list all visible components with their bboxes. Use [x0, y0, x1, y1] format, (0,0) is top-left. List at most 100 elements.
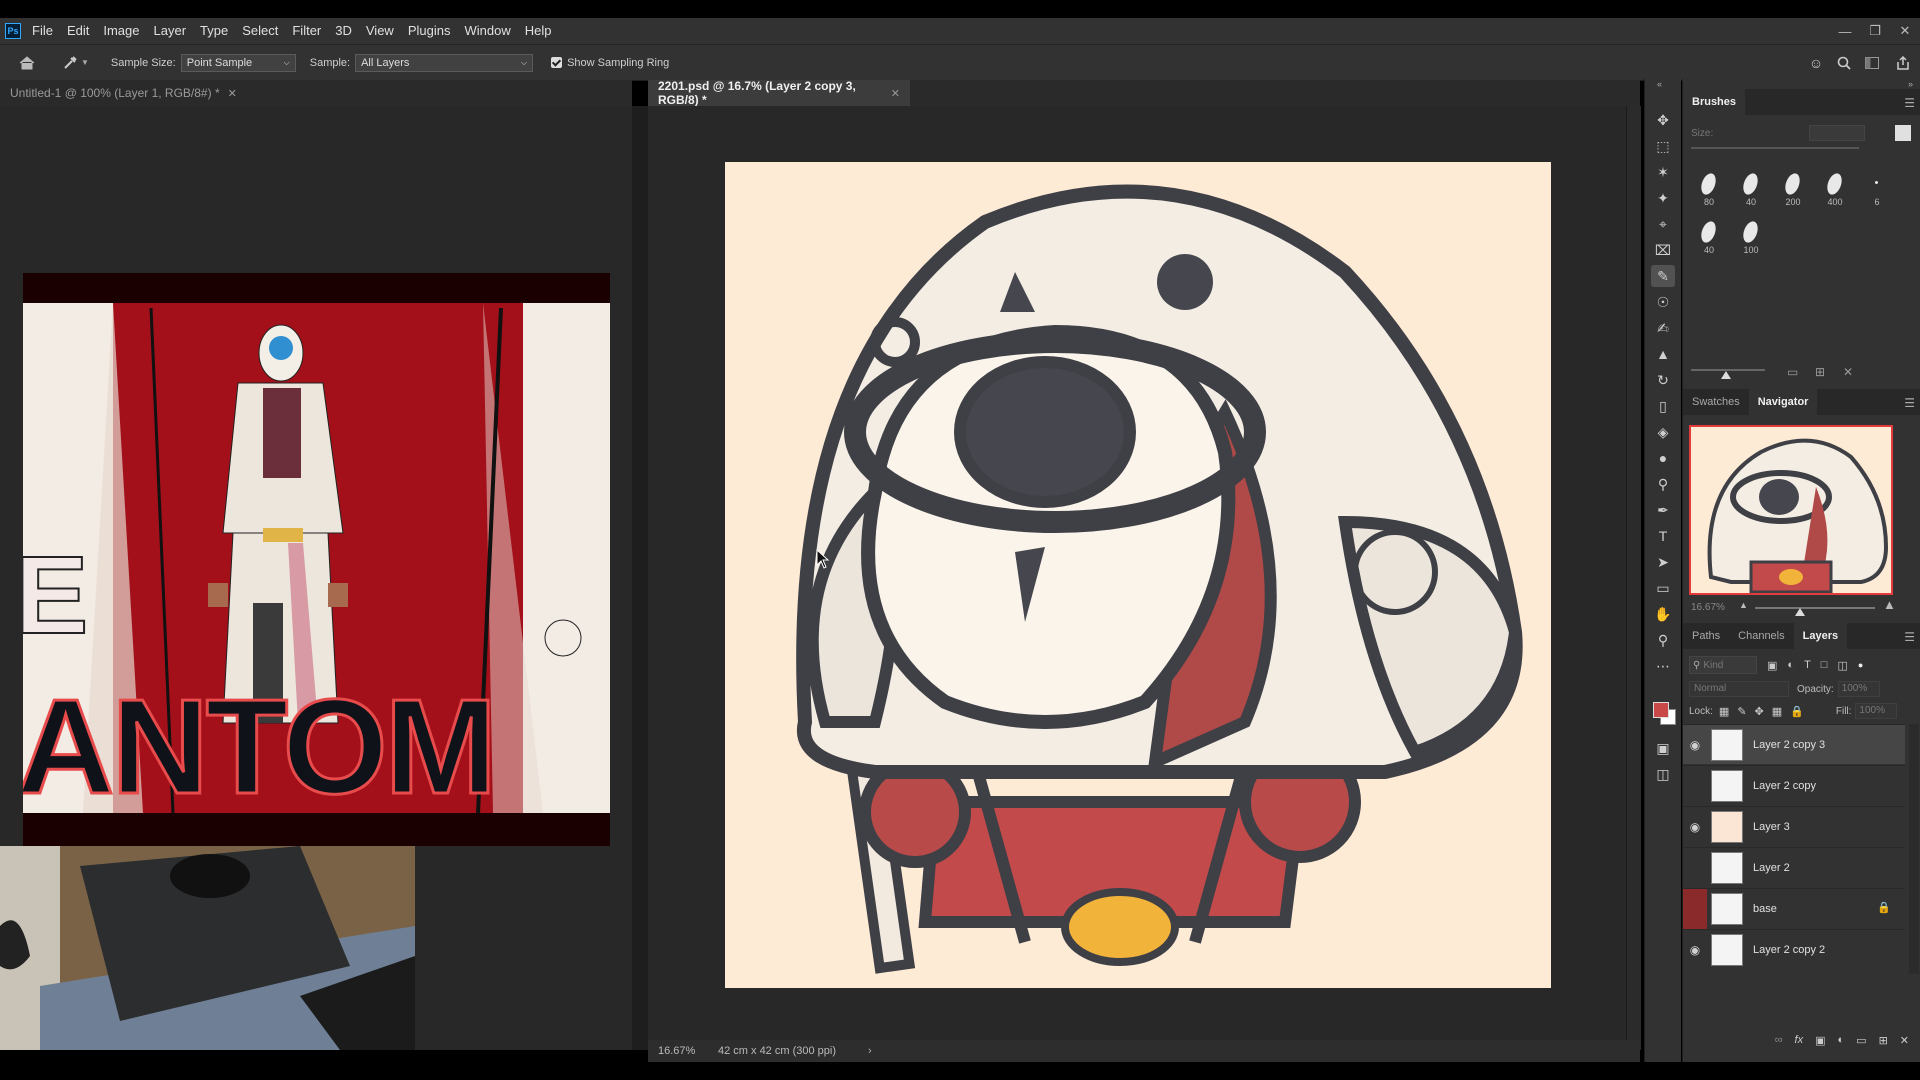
layer-row-layer-2[interactable]: ◉ Layer 2 — [1683, 847, 1905, 887]
stamp-icon[interactable]: ▲ — [1651, 343, 1675, 365]
menu-3d[interactable]: 3D — [328, 18, 359, 44]
blend-mode-select[interactable]: Normal — [1689, 681, 1789, 697]
brush-preset[interactable]: 40 — [1731, 169, 1771, 213]
layers-scrollbar[interactable] — [1909, 724, 1919, 974]
menu-file[interactable]: File — [21, 18, 60, 44]
menu-image[interactable]: Image — [96, 18, 146, 44]
crop-icon[interactable]: ⌖ — [1651, 213, 1675, 235]
type-icon[interactable]: T — [1651, 525, 1675, 547]
panel-menu-icon[interactable]: ☰ — [1904, 96, 1915, 110]
eraser-icon[interactable]: ▯ — [1651, 395, 1675, 417]
layer-row-base[interactable]: ◉ base 🔒 — [1683, 888, 1905, 929]
menu-help[interactable]: Help — [518, 18, 559, 44]
layer-row-layer-3[interactable]: ◉ Layer 3 — [1683, 806, 1905, 846]
close-icon[interactable]: ✕ — [228, 87, 237, 100]
brush-preset[interactable]: 80 — [1689, 169, 1729, 213]
mask-icon[interactable]: ▣ — [1815, 1034, 1825, 1047]
fill-input[interactable]: 100% — [1855, 703, 1898, 719]
foreground-color-swatch[interactable] — [1653, 702, 1669, 718]
menu-select[interactable]: Select — [235, 18, 285, 44]
lock-all-icon[interactable]: 🔒 — [1790, 705, 1804, 718]
restore-icon[interactable]: ❐ — [1860, 18, 1890, 44]
layer-row-layer-2-copy-2[interactable]: ◉ Layer 2 copy 2 — [1683, 929, 1905, 969]
sample-size-select[interactable]: Point Sample ⌵ — [180, 53, 296, 72]
trash-icon[interactable]: ✕ — [1900, 1034, 1909, 1047]
screen-mode-icon[interactable]: ◫ — [1651, 763, 1675, 785]
rectangle-icon[interactable]: ▭ — [1651, 577, 1675, 599]
search-icon[interactable] — [1830, 56, 1858, 70]
link-icon[interactable]: ∞ — [1775, 1034, 1783, 1046]
new-preset-icon[interactable]: ⊞ — [1815, 365, 1825, 379]
eye-icon[interactable]: ◉ — [1683, 725, 1707, 765]
home-icon[interactable] — [16, 52, 38, 74]
brush-size-slider[interactable] — [1691, 147, 1859, 149]
tab-channels[interactable]: Channels — [1729, 623, 1793, 649]
hand-icon[interactable]: ✋ — [1651, 603, 1675, 625]
canvas-area[interactable] — [648, 106, 1640, 1050]
workspace-icon[interactable] — [1858, 56, 1886, 69]
status-menu-arrow[interactable]: › — [868, 1045, 872, 1057]
marquee-icon[interactable]: ⬚ — [1651, 135, 1675, 157]
collapse-icon[interactable]: « — [1657, 79, 1662, 89]
tab-brushes[interactable]: Brushes — [1683, 89, 1746, 115]
brush-icon[interactable]: ✍ — [1651, 317, 1675, 339]
user-icon[interactable]: ☺ — [1802, 55, 1830, 71]
reference-document-area[interactable]: E ANTOM — [0, 106, 632, 1050]
show-sampling-ring-checkbox[interactable] — [551, 57, 563, 68]
menu-window[interactable]: Window — [457, 18, 517, 44]
canvas-vertical-scrollbar[interactable] — [1626, 106, 1641, 1050]
zoom-icon[interactable]: ⚲ — [1651, 629, 1675, 651]
adjustment-icon[interactable]: ◐ — [1838, 1034, 1845, 1046]
healing-icon[interactable]: ☉ — [1651, 291, 1675, 313]
tab-2201-psd[interactable]: 2201.psd @ 16.7% (Layer 2 copy 3, RGB/8)… — [648, 79, 910, 107]
blur-icon[interactable]: ● — [1651, 447, 1675, 469]
menu-type[interactable]: Type — [193, 18, 235, 44]
brush-preset[interactable]: 400 — [1815, 169, 1855, 213]
sample-select[interactable]: All Layers ⌵ — [355, 53, 534, 72]
brush-size-input[interactable] — [1809, 125, 1865, 141]
folder-icon[interactable]: ▭ — [1856, 1034, 1866, 1047]
menu-plugins[interactable]: Plugins — [401, 18, 458, 44]
lock-artboard-icon[interactable]: ▦ — [1772, 705, 1782, 718]
slider-thumb-icon[interactable] — [1795, 608, 1805, 616]
tab-paths[interactable]: Paths — [1683, 623, 1729, 649]
zoom-readout[interactable]: 16.67% — [658, 1045, 718, 1057]
canvas[interactable] — [725, 162, 1551, 988]
new-layer-icon[interactable]: ⊞ — [1879, 1034, 1888, 1047]
layer-kind-filter[interactable]: ⚲ Kind — [1689, 656, 1757, 674]
pen-icon[interactable]: ✒ — [1651, 499, 1675, 521]
tab-swatches[interactable]: Swatches — [1683, 389, 1749, 415]
zoom-in-icon[interactable]: ▲ — [1883, 597, 1896, 612]
brush-preset[interactable]: 40 — [1689, 217, 1729, 261]
brush-preset[interactable]: 6 — [1857, 169, 1897, 213]
lock-image-icon[interactable]: ✎ — [1737, 705, 1746, 718]
filter-pixel-icon[interactable]: ▣ — [1767, 659, 1777, 672]
frame-icon[interactable]: ⌧ — [1651, 239, 1675, 261]
path-select-icon[interactable]: ➤ — [1651, 551, 1675, 573]
close-icon[interactable]: ✕ — [891, 87, 900, 100]
layer-row-layer-2-copy[interactable]: ◉ Layer 2 copy — [1683, 765, 1905, 805]
trash-icon[interactable]: ✕ — [1843, 365, 1853, 379]
brush-preset[interactable]: 200 — [1773, 169, 1813, 213]
menu-edit[interactable]: Edit — [60, 18, 96, 44]
tab-untitled-1[interactable]: Untitled-1 @ 100% (Layer 1, RGB/8#) * ✕ — [0, 80, 632, 106]
brush-preset[interactable]: 100 — [1731, 217, 1771, 261]
quick-mask-icon[interactable]: ▣ — [1651, 737, 1675, 759]
filter-shape-icon[interactable]: □ — [1821, 659, 1828, 671]
brush-folder-icon[interactable]: ▭ — [1787, 365, 1798, 379]
more-icon[interactable]: ⋯ — [1651, 655, 1675, 677]
slider-thumb-icon[interactable] — [1721, 371, 1731, 379]
lock-position-icon[interactable]: ✥ — [1755, 705, 1764, 718]
share-icon[interactable] — [1886, 55, 1920, 70]
minimize-icon[interactable]: — — [1830, 18, 1860, 44]
move-icon[interactable]: ✥ — [1651, 109, 1675, 131]
zoom-out-icon[interactable]: ▲ — [1739, 600, 1748, 610]
magic-wand-icon[interactable]: ✦ — [1651, 187, 1675, 209]
tool-preset-eyedropper-icon[interactable]: ▼ — [62, 55, 89, 71]
opacity-input[interactable]: 100% — [1837, 681, 1880, 697]
history-brush-icon[interactable]: ↻ — [1651, 369, 1675, 391]
filter-adjustment-icon[interactable]: ◐ — [1787, 659, 1794, 671]
document-splitter[interactable] — [632, 106, 648, 1050]
eye-icon[interactable]: ◉ — [1683, 848, 1707, 888]
panel-menu-icon[interactable]: ☰ — [1904, 396, 1915, 410]
